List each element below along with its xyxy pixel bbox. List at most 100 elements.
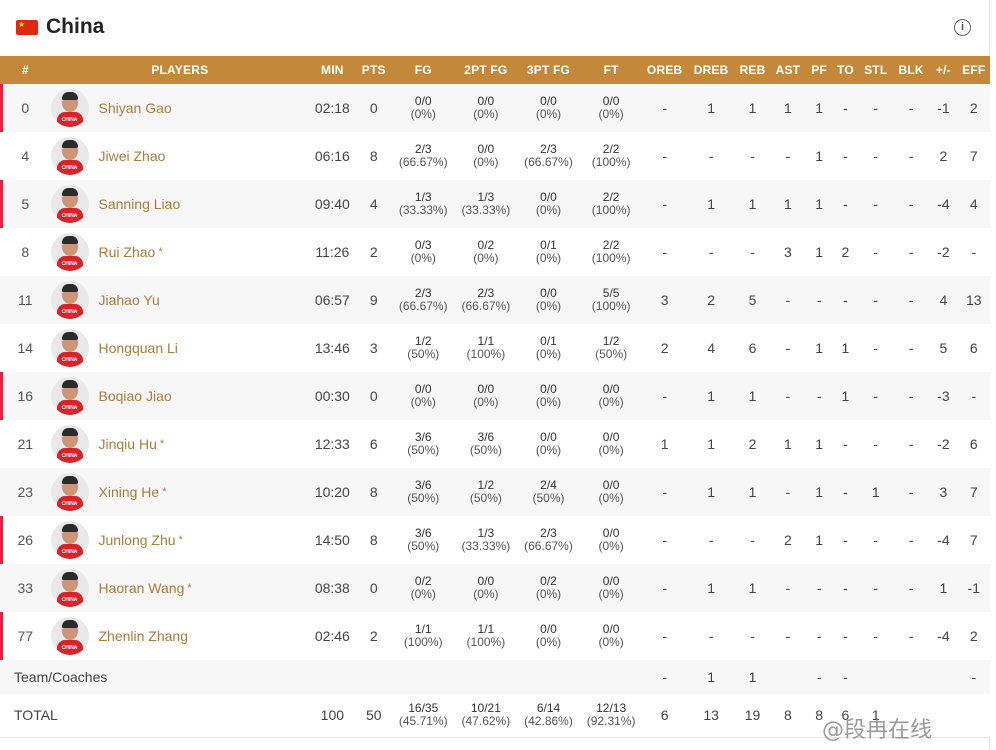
player-name-link[interactable]: Xining He — [99, 484, 160, 500]
player-name-link[interactable]: Shiyan Gao — [99, 100, 172, 116]
stat-pf: 1 — [815, 532, 824, 548]
player-avatar[interactable]: CHINA — [50, 617, 89, 655]
fg3-pct: (42.86%) — [524, 714, 573, 728]
col-header-fg[interactable]: FG — [392, 56, 455, 84]
stat-reb: 5 — [748, 292, 757, 308]
jersey-text: CHINA — [61, 501, 78, 507]
fg: 0/3 (0%) — [392, 228, 455, 276]
stat-to: - — [843, 484, 848, 500]
col-header-dreb[interactable]: DREB — [687, 56, 735, 84]
stat-pf: - — [816, 669, 822, 685]
player-row[interactable]: 23 CHINA Xining He * 10:20 8 3/6 (50%) 1/2 (50%) 2… — [0, 468, 990, 516]
player-avatar[interactable]: CHINA — [50, 377, 89, 415]
col-header-reb[interactable]: REB — [735, 56, 769, 84]
player-avatar[interactable]: CHINA — [50, 521, 89, 559]
col-header-players[interactable]: PLAYERS — [51, 56, 310, 84]
player-name-link[interactable]: Haoran Wang — [99, 580, 185, 596]
col-header-pf[interactable]: PF — [806, 56, 832, 84]
col-header-stl[interactable]: STL — [859, 56, 893, 84]
player-row[interactable]: 16 CHINA Boqiao Jiao 00:30 0 0/0 (0%) 0/0 (0%) 0/… — [0, 372, 990, 420]
fg2-pct: (66.67%) — [461, 299, 511, 313]
player-name-link[interactable]: Boqiao Jiao — [99, 388, 172, 404]
jersey-text: CHINA — [61, 453, 78, 459]
player-name-link[interactable]: Jiahao Yu — [99, 292, 160, 308]
stat-eff: 7 — [969, 484, 978, 500]
stat-blk: - — [908, 484, 914, 500]
stat-dreb: 1 — [707, 100, 716, 116]
player-avatar[interactable]: CHINA — [50, 185, 89, 223]
player-row[interactable]: 77 CHINA Zhenlin Zhang 02:46 2 1/1 (100%) 1/1 (1… — [0, 612, 990, 660]
fg: 1/3 (33.33%) — [392, 180, 455, 228]
player-name-link[interactable]: Hongquan Li — [99, 340, 178, 356]
fg-pct: (45.71%) — [398, 714, 448, 728]
col-header-ast[interactable]: AST — [770, 56, 806, 84]
player-name-link[interactable]: Rui Zhao — [99, 244, 156, 260]
stat-eff: 7 — [969, 148, 978, 164]
fg2-pct: (50%) — [469, 491, 502, 505]
ft: 0/0 (0%) — [580, 564, 643, 612]
player-row[interactable]: 4 CHINA Jiwei Zhao 06:16 8 2/3 (66.67%) 0/0 (0%)… — [0, 132, 990, 180]
stat-stl: - — [873, 292, 879, 308]
stat-dreb: - — [708, 148, 714, 164]
fg2: 0/0 (0%) — [455, 564, 518, 612]
fg3: 0/0 (0%) — [517, 276, 580, 324]
ft-pct: (0%) — [598, 635, 624, 649]
stat-to: 1 — [841, 340, 850, 356]
col-header-num[interactable]: # — [0, 56, 51, 84]
stat-dreb: 1 — [707, 580, 716, 596]
player-name-link[interactable]: Jinqiu Hu — [99, 436, 157, 452]
col-header-2pt-fg[interactable]: 2PT FG — [455, 56, 518, 84]
col-header-oreb[interactable]: OREB — [642, 56, 686, 84]
player-avatar[interactable]: CHINA — [50, 233, 89, 271]
stat-pm — [929, 660, 957, 694]
player-info: CHINA Jinqiu Hu * — [50, 425, 310, 463]
player-name-link[interactable]: Junlong Zhu — [99, 532, 176, 548]
player-avatar[interactable]: CHINA — [50, 569, 89, 607]
info-icon[interactable]: i — [954, 19, 971, 36]
col-header-3pt-fg[interactable]: 3PT FG — [517, 56, 580, 84]
player-row[interactable]: 14 CHINA Hongquan Li 13:46 3 1/2 (50%) 1/1 (100%… — [0, 324, 990, 372]
player-cell: CHINA Junlong Zhu * — [50, 516, 310, 564]
stat-pf: 1 — [815, 148, 824, 164]
player-row[interactable]: 33 CHINA Haoran Wang * 08:38 0 0/2 (0%) 0/0 (0%) 0… — [0, 564, 990, 612]
player-avatar[interactable]: CHINA — [50, 425, 89, 463]
col-header-pts[interactable]: PTS — [356, 56, 392, 84]
jersey-text: CHINA — [61, 117, 78, 123]
stat-pm: 5 — [939, 340, 948, 356]
player-cell: CHINA Xining He * — [50, 468, 310, 516]
player-row[interactable]: 26 CHINA Junlong Zhu * 14:50 8 3/6 (50%) 1/3 (33.… — [0, 516, 990, 564]
player-avatar[interactable]: CHINA — [50, 137, 89, 175]
player-row[interactable]: 5 CHINA Sanning Liao 09:40 4 1/3 (33.33%) 1/3 (3… — [0, 180, 990, 228]
stat-dreb: 1 — [707, 484, 716, 500]
player-avatar[interactable]: CHINA — [50, 329, 89, 367]
col-header-min[interactable]: MIN — [309, 56, 355, 84]
jersey-number: 5 — [0, 180, 51, 228]
player-cell: CHINA Jiahao Yu — [50, 276, 310, 324]
player-row[interactable]: 8 CHINA Rui Zhao * 11:26 2 0/3 (0%) 0/2 (0%) 0/1 (0… — [0, 228, 990, 276]
player-avatar[interactable]: CHINA — [50, 281, 89, 319]
ft: 0/0 (0%) — [580, 612, 643, 660]
empty-cell — [580, 660, 643, 694]
player-avatar[interactable]: CHINA — [50, 89, 89, 127]
col-header-to[interactable]: TO — [832, 56, 858, 84]
jersey-text: CHINA — [61, 357, 78, 363]
ft-pct: (100%) — [591, 203, 631, 217]
player-cell: CHINA Sanning Liao — [50, 180, 310, 228]
stat-ast: - — [785, 148, 791, 164]
player-row[interactable]: 11 CHINA Jiahao Yu 06:57 9 2/3 (66.67%) 2/3 (66.… — [0, 276, 990, 324]
player-row[interactable]: 21 CHINA Jinqiu Hu * 12:33 6 3/6 (50%) 3/6 (50%) 0… — [0, 420, 990, 468]
stat-pm: 4 — [939, 292, 948, 308]
player-name-link[interactable]: Jiwei Zhao — [99, 148, 166, 164]
col-header-blk[interactable]: BLK — [893, 56, 929, 84]
col-header-eff[interactable]: EFF — [958, 56, 990, 84]
player-name-link[interactable]: Zhenlin Zhang — [99, 628, 189, 644]
player-row[interactable]: 0 CHINA Shiyan Gao 02:18 0 0/0 (0%) 0/0 (0%) 0/0(… — [0, 84, 990, 132]
jersey-number: 23 — [17, 484, 34, 500]
stat-stl: - — [873, 196, 879, 212]
player-name-link[interactable]: Sanning Liao — [99, 196, 181, 212]
col-header-ft[interactable]: FT — [580, 56, 643, 84]
fg-pct: (0%) — [410, 107, 436, 121]
col-header-plus-minus[interactable]: +/- — [929, 56, 957, 84]
stat-blk: - — [908, 436, 914, 452]
player-avatar[interactable]: CHINA — [50, 473, 89, 511]
